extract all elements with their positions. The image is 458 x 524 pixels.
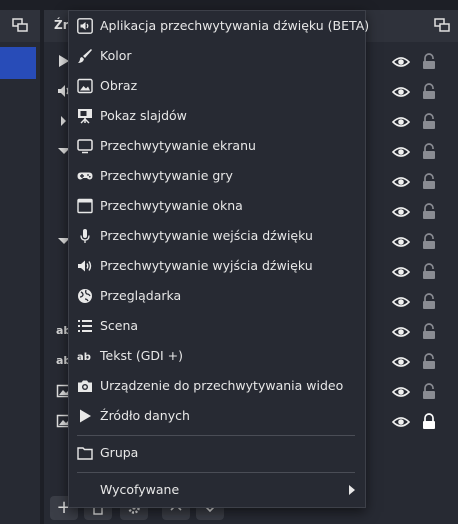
unlock-icon[interactable] (422, 383, 436, 400)
menu-item-game-capture[interactable]: Przechwytywanie gry (69, 161, 365, 191)
text-icon: ab (77, 352, 91, 363)
unlock-icon[interactable] (422, 83, 436, 100)
folder-icon (77, 447, 93, 460)
menu-item-label: Obraz (100, 78, 138, 93)
window-icon (77, 198, 93, 214)
selected-scene-item[interactable] (0, 47, 36, 79)
menu-item-video-capture-device[interactable]: Urządzenie do przechwytywania wideo (69, 371, 365, 401)
unlock-icon[interactable] (422, 353, 436, 370)
globe-icon (78, 289, 92, 303)
menu-item-group[interactable]: Grupa (69, 438, 365, 468)
menu-item-label: Wycofywane (100, 482, 180, 497)
eye-icon[interactable] (392, 385, 410, 399)
list-icon (78, 320, 92, 332)
speaker-icon (78, 260, 92, 272)
menu-item-application-audio-capture[interactable]: Aplikacja przechwytywania dźwięku (BETA) (69, 11, 369, 41)
menu-separator (77, 435, 355, 436)
undock-icon[interactable] (12, 18, 28, 32)
add-source-menu: Aplikacja przechwytywania dźwięku (BETA)… (68, 10, 369, 508)
monitor-icon (77, 139, 93, 154)
menu-item-scene[interactable]: Scena (69, 311, 365, 341)
scenes-panel (0, 10, 40, 524)
eye-icon[interactable] (392, 235, 410, 249)
scenes-panel-header (0, 10, 40, 42)
menu-separator (77, 472, 355, 473)
camera-icon (78, 380, 92, 392)
menu-item-window-capture[interactable]: Przechwytywanie okna (69, 191, 365, 221)
menu-item-label: Urządzenie do przechwytywania wideo (100, 378, 344, 393)
menu-item-label: Kolor (100, 48, 132, 63)
submenu-arrow-icon (349, 485, 355, 495)
eye-icon[interactable] (392, 55, 410, 69)
menu-item-image[interactable]: Obraz (69, 71, 365, 101)
gamepad-icon (77, 172, 93, 180)
unlock-icon[interactable] (422, 113, 436, 130)
menu-item-media-source[interactable]: Źródło danych (69, 401, 365, 431)
menu-item-display-capture[interactable]: Przechwytywanie ekranu (69, 131, 365, 161)
eye-icon[interactable] (392, 175, 410, 189)
menu-item-audio-output-capture[interactable]: Przechwytywanie wyjścia dźwięku (69, 251, 365, 281)
menu-item-deprecated[interactable]: Wycofywane (69, 475, 365, 505)
menu-item-slideshow[interactable]: Pokaz slajdów (69, 101, 365, 131)
menu-item-label: Pokaz slajdów (100, 108, 187, 123)
speaker-box-icon (77, 18, 93, 34)
menu-item-label: Przechwytywanie wyjścia dźwięku (100, 258, 313, 273)
unlock-icon[interactable] (422, 203, 436, 220)
menu-item-audio-input-capture[interactable]: Przechwytywanie wejścia dźwięku (69, 221, 365, 251)
menu-item-label: Źródło danych (100, 408, 190, 423)
image-icon (77, 78, 93, 94)
paint-brush-icon (78, 49, 92, 63)
microphone-icon (80, 229, 90, 243)
unlock-icon[interactable] (422, 293, 436, 310)
menu-item-browser[interactable]: Przeglądarka (69, 281, 365, 311)
obs-window: Źr ab ab + Aplikacja przechwytywania dźw… (0, 0, 458, 524)
menu-item-label: Scena (100, 318, 139, 333)
eye-icon[interactable] (392, 205, 410, 219)
slideshow-icon (78, 109, 92, 124)
eye-icon[interactable] (392, 325, 410, 339)
menu-item-label: Przechwytywanie wejścia dźwięku (100, 228, 313, 243)
unlock-icon[interactable] (422, 53, 436, 70)
undock-icon[interactable] (434, 18, 450, 32)
unlock-icon[interactable] (422, 263, 436, 280)
menu-item-text-gdi[interactable]: ab Tekst (GDI +) (69, 341, 365, 371)
unlock-icon[interactable] (422, 143, 436, 160)
eye-icon[interactable] (392, 145, 410, 159)
eye-icon[interactable] (392, 85, 410, 99)
eye-icon[interactable] (392, 355, 410, 369)
menu-item-label: Przechwytywanie gry (100, 168, 233, 183)
eye-icon[interactable] (392, 115, 410, 129)
sources-panel-title: Źr (54, 18, 69, 32)
menu-item-label: Aplikacja przechwytywania dźwięku (BETA) (100, 18, 370, 33)
unlock-icon[interactable] (422, 233, 436, 250)
unlock-icon[interactable] (422, 173, 436, 190)
menu-item-label: Przechwytywanie ekranu (100, 138, 256, 153)
eye-icon[interactable] (392, 415, 410, 429)
menu-item-label: Przechwytywanie okna (100, 198, 243, 213)
lock-icon[interactable] (422, 413, 436, 430)
menu-item-label: Grupa (100, 445, 139, 460)
menu-item-label: Tekst (GDI +) (100, 348, 184, 363)
menu-item-label: Przeglądarka (100, 288, 182, 303)
menu-item-color[interactable]: Kolor (69, 41, 365, 71)
eye-icon[interactable] (392, 265, 410, 279)
unlock-icon[interactable] (422, 323, 436, 340)
play-icon (80, 409, 91, 423)
svg-text:ab: ab (77, 352, 91, 363)
eye-icon[interactable] (392, 295, 410, 309)
